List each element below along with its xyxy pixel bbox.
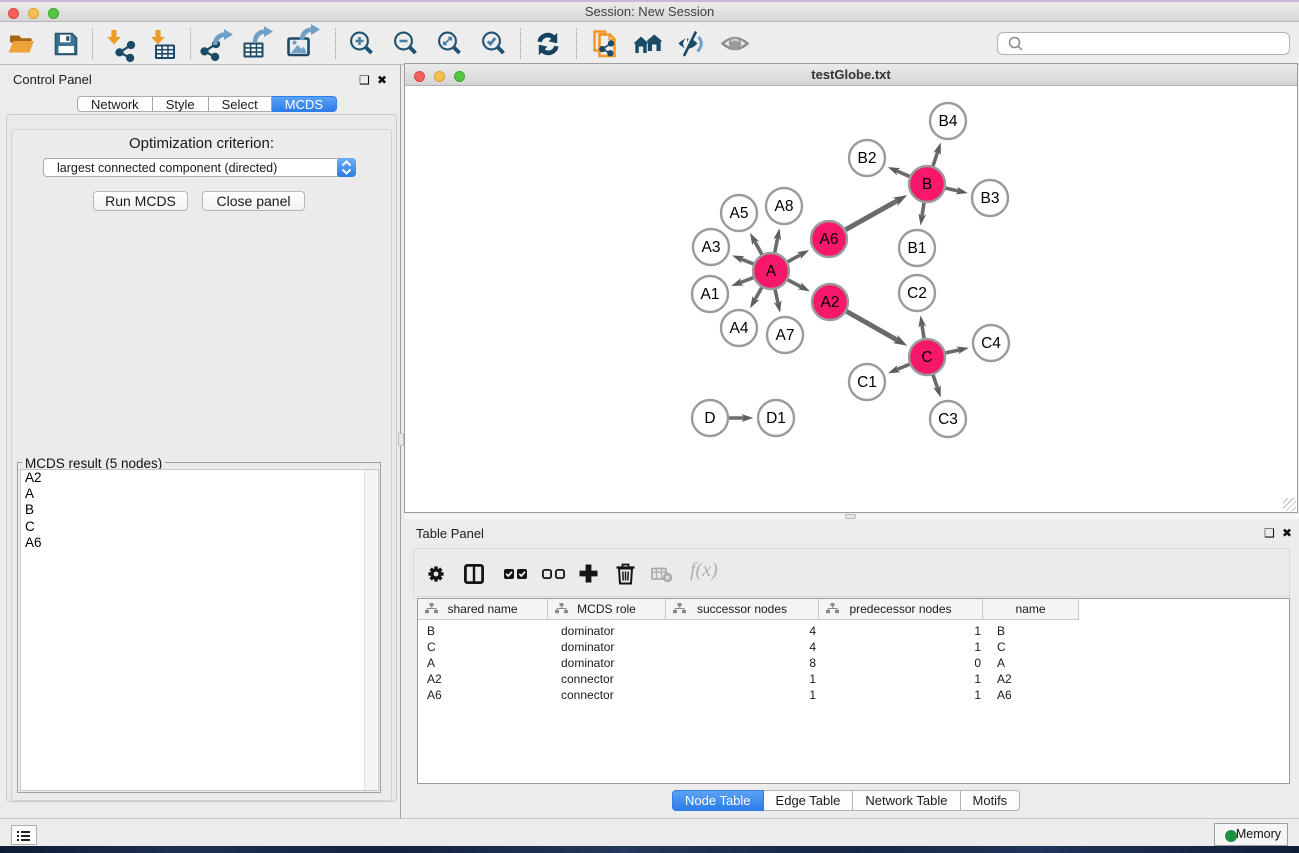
- svg-text:C2: C2: [907, 285, 927, 302]
- svg-text:A8: A8: [775, 198, 794, 215]
- svg-text:C3: C3: [938, 411, 958, 428]
- svg-text:A7: A7: [776, 327, 795, 344]
- svg-text:B1: B1: [908, 240, 927, 257]
- svg-text:B2: B2: [858, 150, 877, 167]
- svg-text:C: C: [921, 349, 932, 366]
- svg-text:A: A: [766, 263, 777, 280]
- svg-text:A2: A2: [821, 294, 840, 311]
- svg-text:B4: B4: [939, 113, 958, 130]
- svg-text:A5: A5: [730, 205, 749, 222]
- svg-text:A4: A4: [730, 320, 749, 337]
- svg-text:C4: C4: [981, 335, 1001, 352]
- svg-text:D: D: [704, 410, 715, 427]
- svg-text:A6: A6: [820, 231, 839, 248]
- svg-text:A1: A1: [701, 286, 720, 303]
- svg-text:A3: A3: [702, 239, 721, 256]
- svg-text:B: B: [922, 176, 932, 193]
- svg-text:B3: B3: [981, 190, 1000, 207]
- svg-text:C1: C1: [857, 374, 877, 391]
- svg-text:D1: D1: [766, 410, 786, 427]
